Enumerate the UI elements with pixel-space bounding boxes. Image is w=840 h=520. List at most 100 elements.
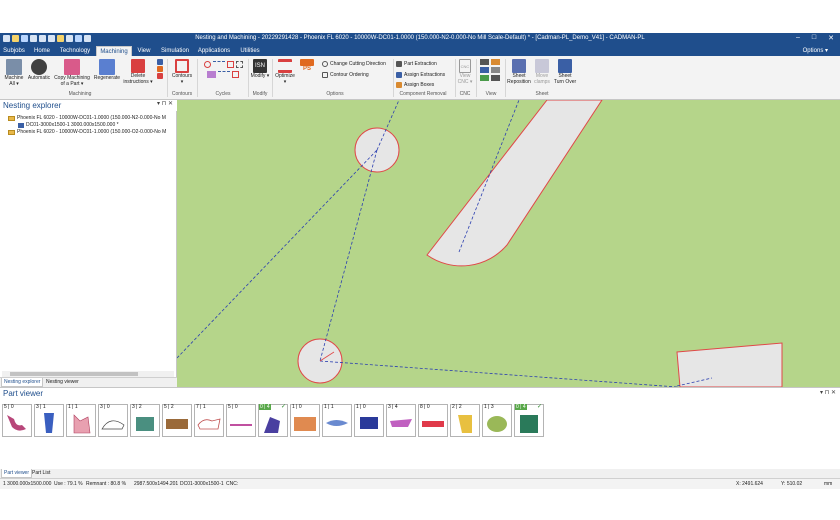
part-tile[interactable]: 2 | 2 (450, 404, 480, 437)
part-tile[interactable]: 7 | 1 (194, 404, 224, 437)
part-tile[interactable]: 3 | 2 (130, 404, 160, 437)
line-cycle-icon[interactable] (212, 61, 225, 68)
part-count: 3 | 0 (100, 404, 110, 410)
tab-home[interactable]: Home (30, 46, 54, 56)
tree-item-job-n2[interactable]: Phoenix FL 6020 - 10000W-DC01-1.0000 (15… (8, 115, 166, 121)
tab-part-list[interactable]: Part List (30, 469, 52, 478)
tree-item-label: Phoenix FL 6020 - 10000W-DC01-1.0000 (15… (17, 115, 166, 121)
part-tile[interactable]: 8 | 0 (418, 404, 448, 437)
layers-icon[interactable] (491, 67, 500, 73)
contours-icon (175, 59, 189, 73)
view-icon[interactable] (480, 59, 489, 65)
contours-button[interactable]: Contours ▾ (170, 59, 194, 85)
tab-view[interactable]: View (134, 46, 154, 56)
part-tile[interactable]: 1 | 0 (354, 404, 384, 437)
part-tile[interactable]: 1 | 1 (322, 404, 352, 437)
minimize-icon[interactable]: – (796, 34, 800, 42)
cnc-icon: CNC (459, 59, 471, 73)
optimize-icon (278, 59, 292, 73)
part-extraction-button[interactable]: Part Extraction (396, 61, 437, 67)
grid-icon[interactable] (480, 75, 489, 81)
tab-technology[interactable]: Technology (58, 46, 92, 56)
view-buttons[interactable] (479, 59, 503, 81)
part-viewer-title: Part viewer (3, 389, 44, 398)
maximize-icon[interactable]: □ (812, 34, 816, 42)
part-tile[interactable]: 5 | 0 (2, 404, 32, 437)
delete-instructions-button[interactable]: Delete instructions ▾ (122, 59, 154, 85)
grid-cycle-icon[interactable] (207, 71, 216, 78)
turn-over-icon (558, 59, 572, 73)
notch-cycle-icon[interactable] (232, 71, 239, 78)
rect-part[interactable] (676, 342, 783, 387)
lead-in-buttons[interactable] (155, 59, 165, 80)
assign-boxes-label: Assign Boxes (404, 82, 435, 88)
folder-icon (8, 129, 15, 135)
zoom-icon[interactable] (480, 67, 489, 73)
tree-item-job-o2[interactable]: Phoenix FL 6020 - 10000W-DC01-1.0000 (15… (8, 129, 166, 135)
measure-icon[interactable] (491, 75, 500, 81)
tab-nesting-viewer[interactable]: Nesting viewer (44, 378, 81, 387)
part-tile[interactable]: 5 | 0 (226, 404, 256, 437)
rect-cycle-icon[interactable] (226, 61, 234, 68)
part-count: 2 | 2 (452, 404, 462, 410)
bridge-cycle-icon[interactable] (218, 71, 230, 78)
part-tile[interactable]: 0 | 4 ✓ (258, 404, 288, 437)
part-tile[interactable]: 3 | 4 (386, 404, 416, 437)
options-menu[interactable]: Options ▾ (803, 47, 828, 54)
assign-extractions-label: Assign Extractions (404, 72, 446, 78)
status-sheet-name: DC01-3000x1500-1 (180, 481, 224, 487)
sheet-reposition-button[interactable]: Sheet Reposition (507, 59, 531, 85)
tab-utilities[interactable]: Utilities (236, 46, 264, 56)
labels-icon[interactable] (491, 59, 500, 65)
slot-cycle-icon[interactable] (235, 61, 243, 68)
sheet-turn-over-button[interactable]: Sheet Turn Over (553, 59, 577, 85)
part-count: 3 | 4 (388, 404, 398, 410)
tab-simulation[interactable]: Simulation (158, 46, 192, 56)
part-tile[interactable]: 3 | 1 (34, 404, 64, 437)
tab-machining[interactable]: Machining (96, 46, 132, 56)
delete-instructions-icon (131, 59, 145, 73)
cycles-buttons[interactable] (200, 61, 246, 78)
contour-ordering-button[interactable]: Contour Ordering (322, 72, 369, 78)
delete-instructions-label: Delete instructions ▾ (123, 73, 153, 85)
regenerate-button[interactable]: Regenerate (92, 59, 122, 82)
part-tile[interactable]: 1 | 3 (482, 404, 512, 437)
part-tile[interactable]: 1 | 1 (66, 404, 96, 437)
view-cnc-button[interactable]: CNC View CNC ▾ (457, 59, 473, 85)
machine-all-button[interactable]: Machine All ▾ (2, 59, 26, 87)
sheet-drawing[interactable] (177, 100, 840, 387)
tab-applications[interactable]: Applications (196, 46, 232, 56)
move-clamps-button[interactable]: Move clamps (532, 59, 552, 85)
scrollbar-thumb[interactable] (10, 372, 138, 376)
change-cutting-direction-button[interactable]: Change Cutting Direction (322, 61, 386, 67)
tab-part-viewer[interactable]: Part viewer (1, 469, 33, 478)
assign-extractions-button[interactable]: Assign Extractions (396, 72, 445, 78)
part-tile[interactable]: 3 | 0 (98, 404, 128, 437)
ps-button[interactable]: PS (297, 59, 317, 73)
part-tile[interactable]: 0 | 4 ✓ (514, 404, 544, 437)
copy-machining-button[interactable]: Copy Machining of a Part ▾ (52, 59, 92, 87)
part-tile[interactable]: 1 | 0 (290, 404, 320, 437)
tab-nesting-explorer[interactable]: Nesting explorer (1, 378, 44, 387)
gears-icon (31, 59, 47, 75)
close-icon[interactable]: ✕ (828, 34, 834, 42)
slot-part[interactable] (426, 100, 603, 267)
view-cnc-label: View CNC ▾ (457, 73, 473, 85)
assign-boxes-button[interactable]: Assign Boxes (396, 82, 434, 88)
circle-cycle-icon[interactable] (203, 61, 211, 68)
group-cnc: CNC (459, 91, 471, 97)
modify-button[interactable]: ISN Modify ▾ (250, 59, 270, 80)
optimize-label: Optimize ▾ (275, 73, 295, 85)
ordering-icon (322, 72, 328, 78)
reposition-icon (512, 59, 526, 73)
tab-subjobs[interactable]: Subjobs (2, 46, 26, 56)
nesting-canvas[interactable] (177, 100, 840, 387)
tree-item-sheet[interactable]: DC01-3000x1500-1 3000.000x1500.000 * (18, 122, 119, 128)
part-viewer-pin-controls[interactable]: ▾ ⊓ ✕ (820, 389, 836, 396)
part-tile[interactable]: 5 | 2 (162, 404, 192, 437)
optimize-button[interactable]: Optimize ▾ (274, 59, 296, 85)
status-y-coordinate: Y: 510.02 (781, 481, 803, 487)
automatic-button[interactable]: Automatic (26, 59, 52, 82)
panel-pin-controls[interactable]: ▾ ⊓ ✕ (157, 100, 173, 107)
modify-label: Modify ▾ (250, 73, 270, 79)
